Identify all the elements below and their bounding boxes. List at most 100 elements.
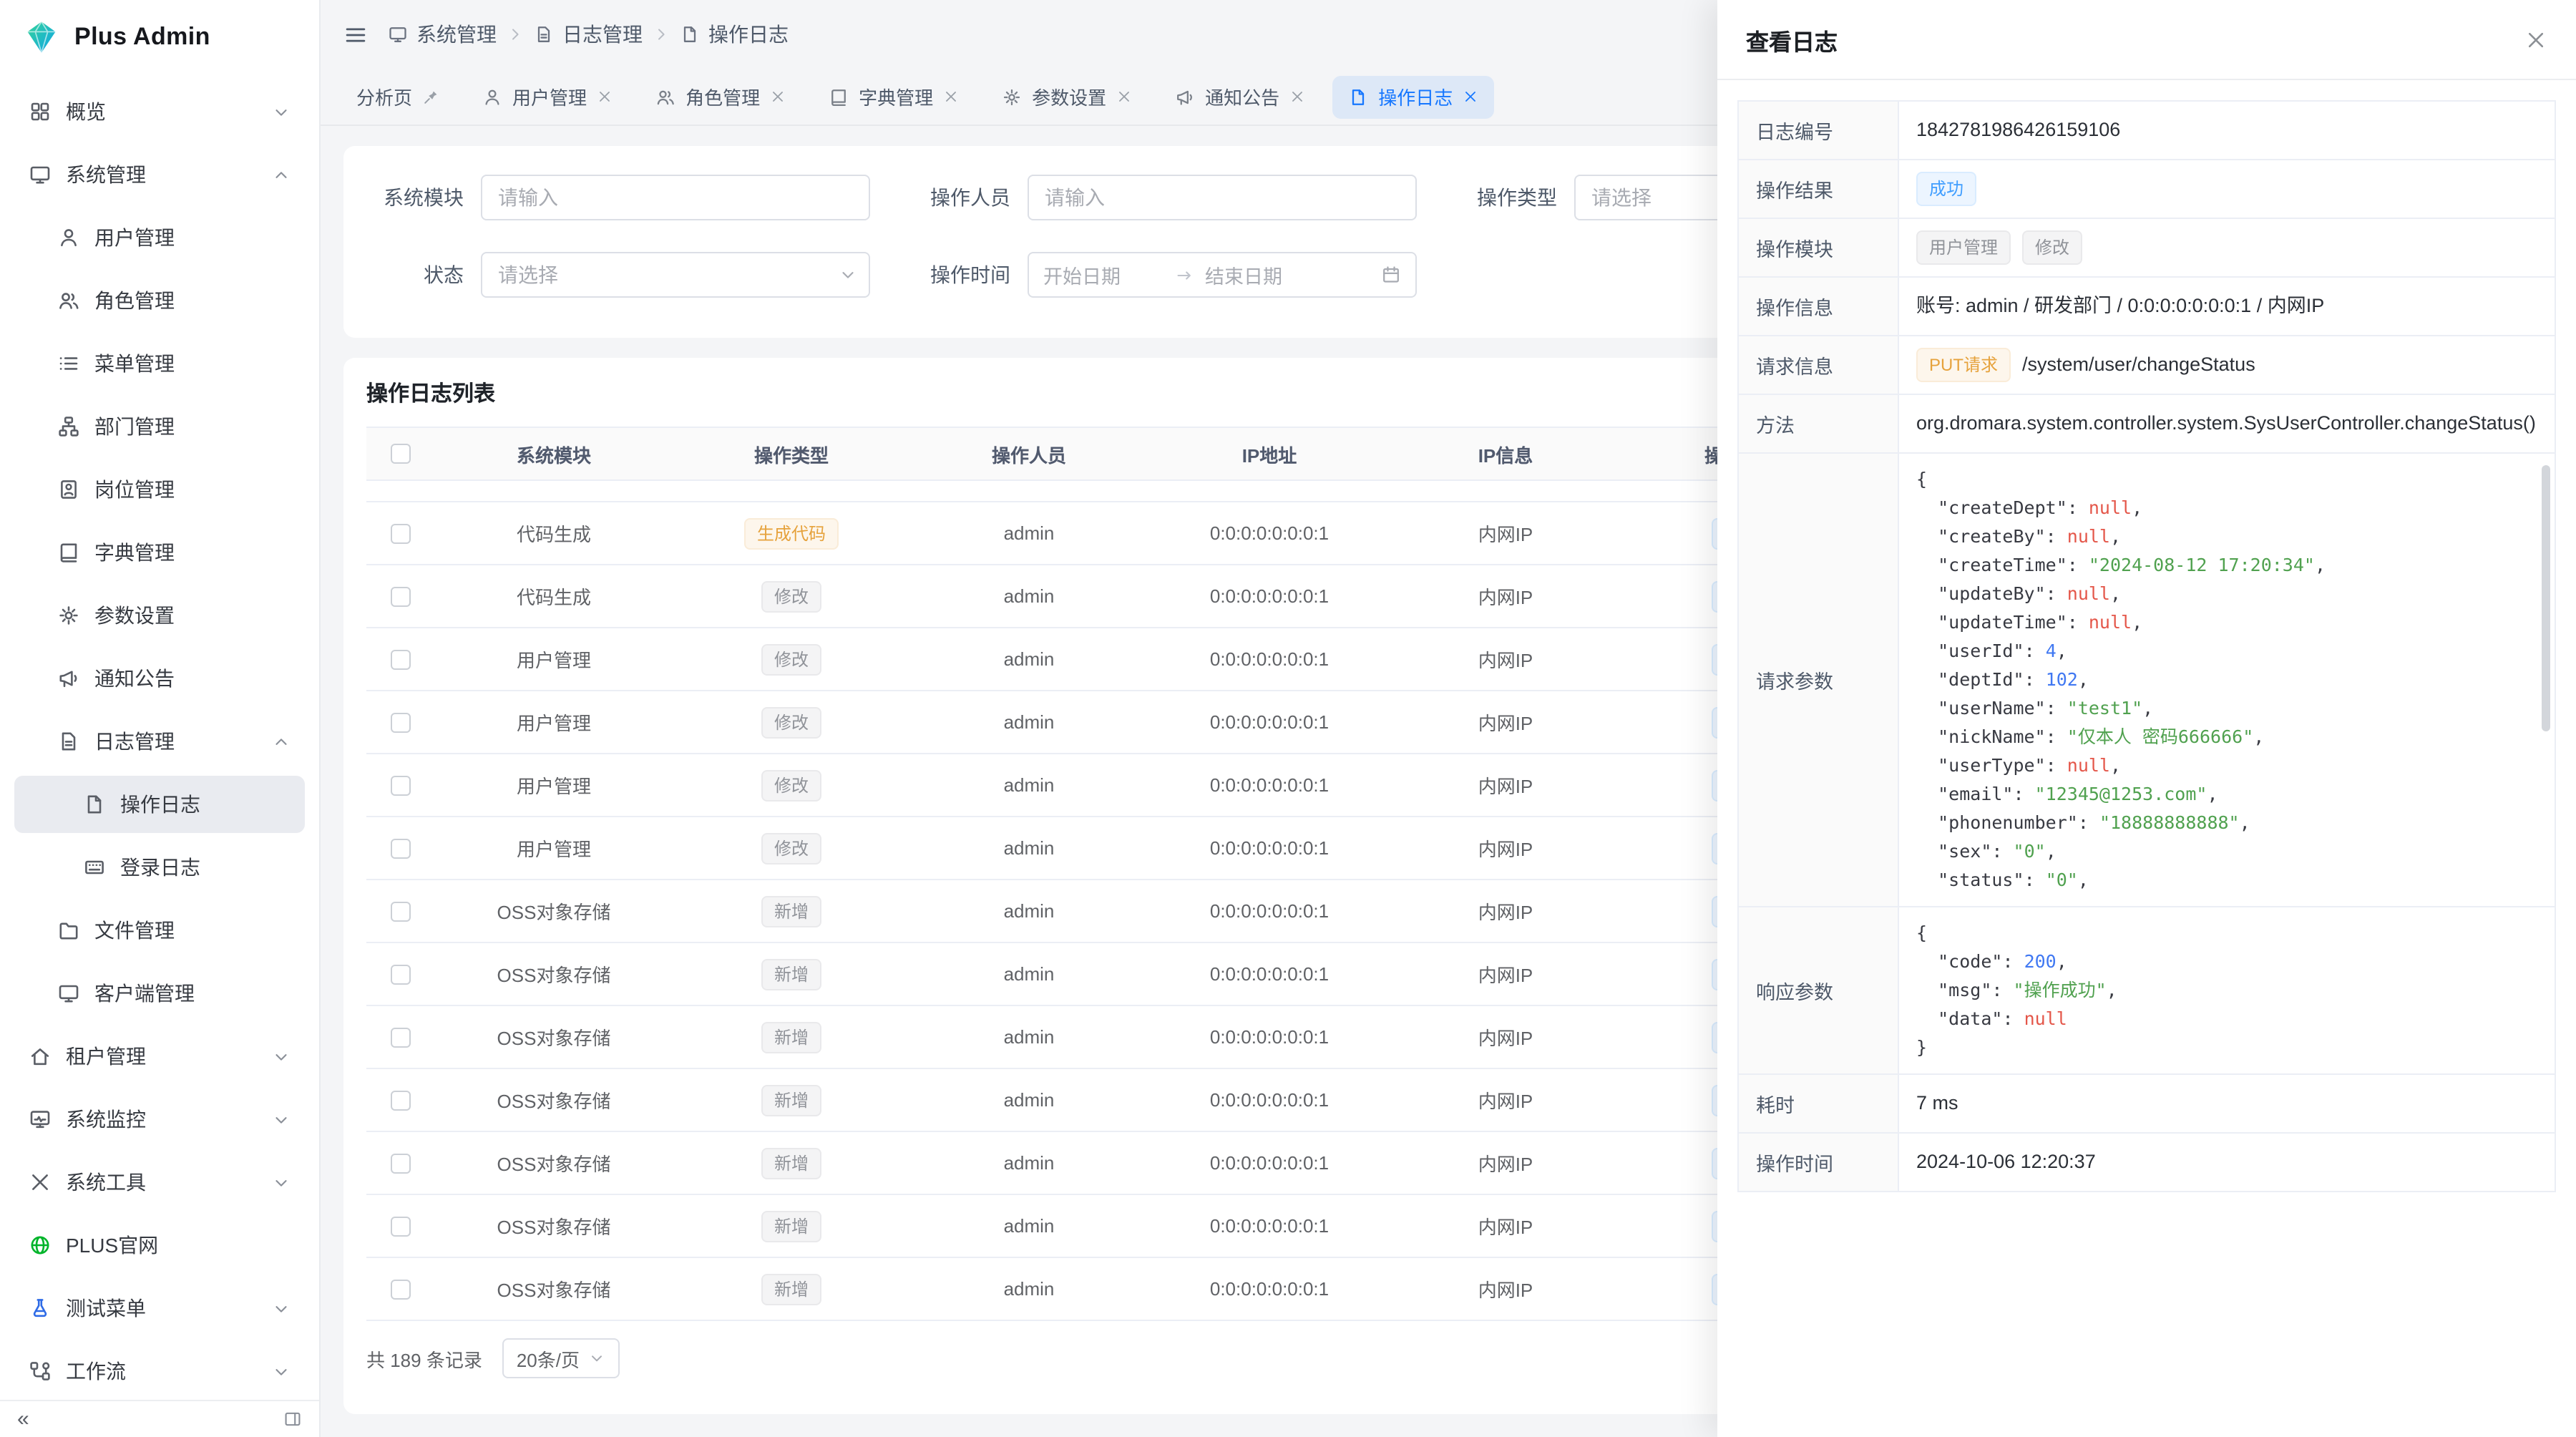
row-checkbox[interactable]	[391, 838, 411, 858]
cell-ip-info: 内网IP	[1391, 754, 1620, 816]
pin-icon[interactable]	[422, 88, 439, 105]
cell-ip: 0:0:0:0:0:0:0:1	[1148, 1006, 1391, 1068]
row-checkbox[interactable]	[391, 712, 411, 732]
type-tag: 修改	[761, 580, 821, 612]
sidebar-item-system-management[interactable]: 系统管理	[14, 146, 305, 203]
row-checkbox[interactable]	[391, 1216, 411, 1236]
home-icon	[29, 1045, 52, 1068]
cell-operator: admin	[910, 565, 1148, 627]
tab-operation-log[interactable]: 操作日志	[1332, 75, 1494, 118]
sidebar-item-tenant-management[interactable]: 租户管理	[14, 1028, 305, 1085]
tab-role-management[interactable]: 角色管理	[640, 75, 801, 118]
row-checkbox[interactable]	[391, 523, 411, 543]
cell-ip-info: 内网IP	[1391, 1195, 1620, 1257]
sidebar-item-user-management[interactable]: 用户管理	[14, 209, 305, 266]
sidebar-item-notice[interactable]: 通知公告	[14, 650, 305, 707]
hamburger-menu-icon[interactable]	[343, 22, 368, 47]
cell-module: OSS对象存储	[435, 943, 673, 1005]
sidebar-item-file-management[interactable]: 文件管理	[14, 902, 305, 959]
breadcrumb-item-operation-log[interactable]: 操作日志	[680, 20, 789, 49]
sidebar-item-post-management[interactable]: 岗位管理	[14, 461, 305, 518]
close-icon[interactable]	[1116, 89, 1132, 104]
total-records: 共 189 条记录	[366, 1345, 482, 1372]
field-value: org.dromara.system.controller.system.Sys…	[1898, 394, 2555, 453]
tools-icon	[29, 1171, 52, 1194]
row-checkbox[interactable]	[391, 586, 411, 606]
type-tag: 修改	[761, 643, 821, 675]
sidebar-item-overview[interactable]: 概览	[14, 83, 305, 140]
sidebar-item-test-menu[interactable]: 测试菜单	[14, 1280, 305, 1337]
filter-module-input[interactable]	[481, 175, 870, 220]
row-checkbox[interactable]	[391, 901, 411, 921]
close-icon[interactable]	[943, 89, 959, 104]
tab-param-settings[interactable]: 参数设置	[986, 75, 1148, 118]
sidebar-item-system-tools[interactable]: 系统工具	[14, 1154, 305, 1211]
field-label: 响应参数	[1738, 907, 1898, 1074]
megaphone-icon	[1175, 87, 1195, 107]
breadcrumb-item-system[interactable]: 系统管理	[388, 20, 497, 49]
close-icon[interactable]	[1289, 89, 1305, 104]
sidebar-item-login-log[interactable]: 登录日志	[14, 839, 305, 896]
cell-type: 新增	[673, 880, 910, 942]
breadcrumb-item-log[interactable]: 日志管理	[534, 20, 643, 49]
type-tag: 新增	[761, 1021, 821, 1053]
select-all-checkbox[interactable]	[391, 444, 411, 464]
flow-icon	[29, 1360, 52, 1383]
field-label: 日志编号	[1738, 101, 1898, 160]
request-url: /system/user/changeStatus	[2022, 351, 2255, 380]
detail-row-method: 方法 org.dromara.system.controller.system.…	[1738, 394, 2555, 453]
row-checkbox[interactable]	[391, 964, 411, 984]
cell-type: 新增	[673, 1132, 910, 1194]
tab-analysis[interactable]: 分析页	[341, 75, 455, 118]
layout-panel-icon[interactable]	[283, 1410, 302, 1428]
tab-user-management[interactable]: 用户管理	[467, 75, 628, 118]
sidebar-item-client-management[interactable]: 客户端管理	[14, 965, 305, 1022]
close-icon[interactable]	[597, 89, 613, 104]
filter-date-range[interactable]: 开始日期 结束日期	[1028, 252, 1417, 298]
tab-notice[interactable]: 通知公告	[1159, 75, 1321, 118]
cell-ip-info: 内网IP	[1391, 1069, 1620, 1131]
row-checkbox[interactable]	[391, 1279, 411, 1299]
cell-ip: 0:0:0:0:0:0:0:1	[1148, 817, 1391, 879]
gear-icon	[1002, 87, 1022, 107]
close-icon[interactable]	[1463, 89, 1478, 104]
cell-ip: 0:0:0:0:0:0:0:1	[1148, 1069, 1391, 1131]
sidebar-collapse-button[interactable]: «	[17, 1408, 29, 1430]
sidebar-item-operation-log[interactable]: 操作日志	[14, 776, 305, 833]
close-icon[interactable]	[2524, 28, 2547, 51]
sidebar-item-role-management[interactable]: 角色管理	[14, 272, 305, 329]
drawer-title: 查看日志	[1746, 22, 1838, 57]
sidebar-item-dept-management[interactable]: 部门管理	[14, 398, 305, 455]
type-tag: 修改	[761, 706, 821, 738]
sidebar-item-log-management[interactable]: 日志管理	[14, 713, 305, 770]
row-checkbox[interactable]	[391, 1153, 411, 1173]
filter-operator-input[interactable]	[1028, 175, 1417, 220]
cell-module: OSS对象存储	[435, 1069, 673, 1131]
row-checkbox[interactable]	[391, 775, 411, 795]
chevron-down-icon	[272, 102, 291, 121]
sidebar-item-plus-website[interactable]: PLUS官网	[14, 1217, 305, 1274]
tab-dict-management[interactable]: 字典管理	[813, 75, 975, 118]
monitor-icon	[29, 163, 52, 186]
sidebar-item-menu-management[interactable]: 菜单管理	[14, 335, 305, 392]
row-checkbox[interactable]	[391, 1090, 411, 1110]
row-checkbox[interactable]	[391, 1027, 411, 1047]
chevron-right-icon	[653, 26, 670, 43]
sidebar-item-dict-management[interactable]: 字典管理	[14, 524, 305, 581]
detail-row-response-params: 响应参数 { "code": 200, "msg": "操作成功", "data…	[1738, 907, 2555, 1074]
close-icon[interactable]	[770, 89, 786, 104]
cell-ip-info: 内网IP	[1391, 1258, 1620, 1320]
page-size-select[interactable]: 20条/页	[502, 1338, 620, 1378]
row-checkbox[interactable]	[391, 649, 411, 669]
type-tag: 修改	[761, 769, 821, 801]
chevron-up-icon	[272, 165, 291, 184]
filter-status-select[interactable]	[481, 252, 870, 298]
field-value: 2024-10-06 12:20:37	[1898, 1133, 2555, 1192]
scrollbar-thumb[interactable]	[2542, 465, 2550, 731]
sidebar-item-system-monitor[interactable]: 系统监控	[14, 1091, 305, 1148]
cell-ip: 0:0:0:0:0:0:0:1	[1148, 1258, 1391, 1320]
sidebar-item-param-settings[interactable]: 参数设置	[14, 587, 305, 644]
cell-type: 新增	[673, 1069, 910, 1131]
cell-ip: 0:0:0:0:0:0:0:1	[1148, 943, 1391, 1005]
sidebar-item-workflow[interactable]: 工作流	[14, 1343, 305, 1400]
